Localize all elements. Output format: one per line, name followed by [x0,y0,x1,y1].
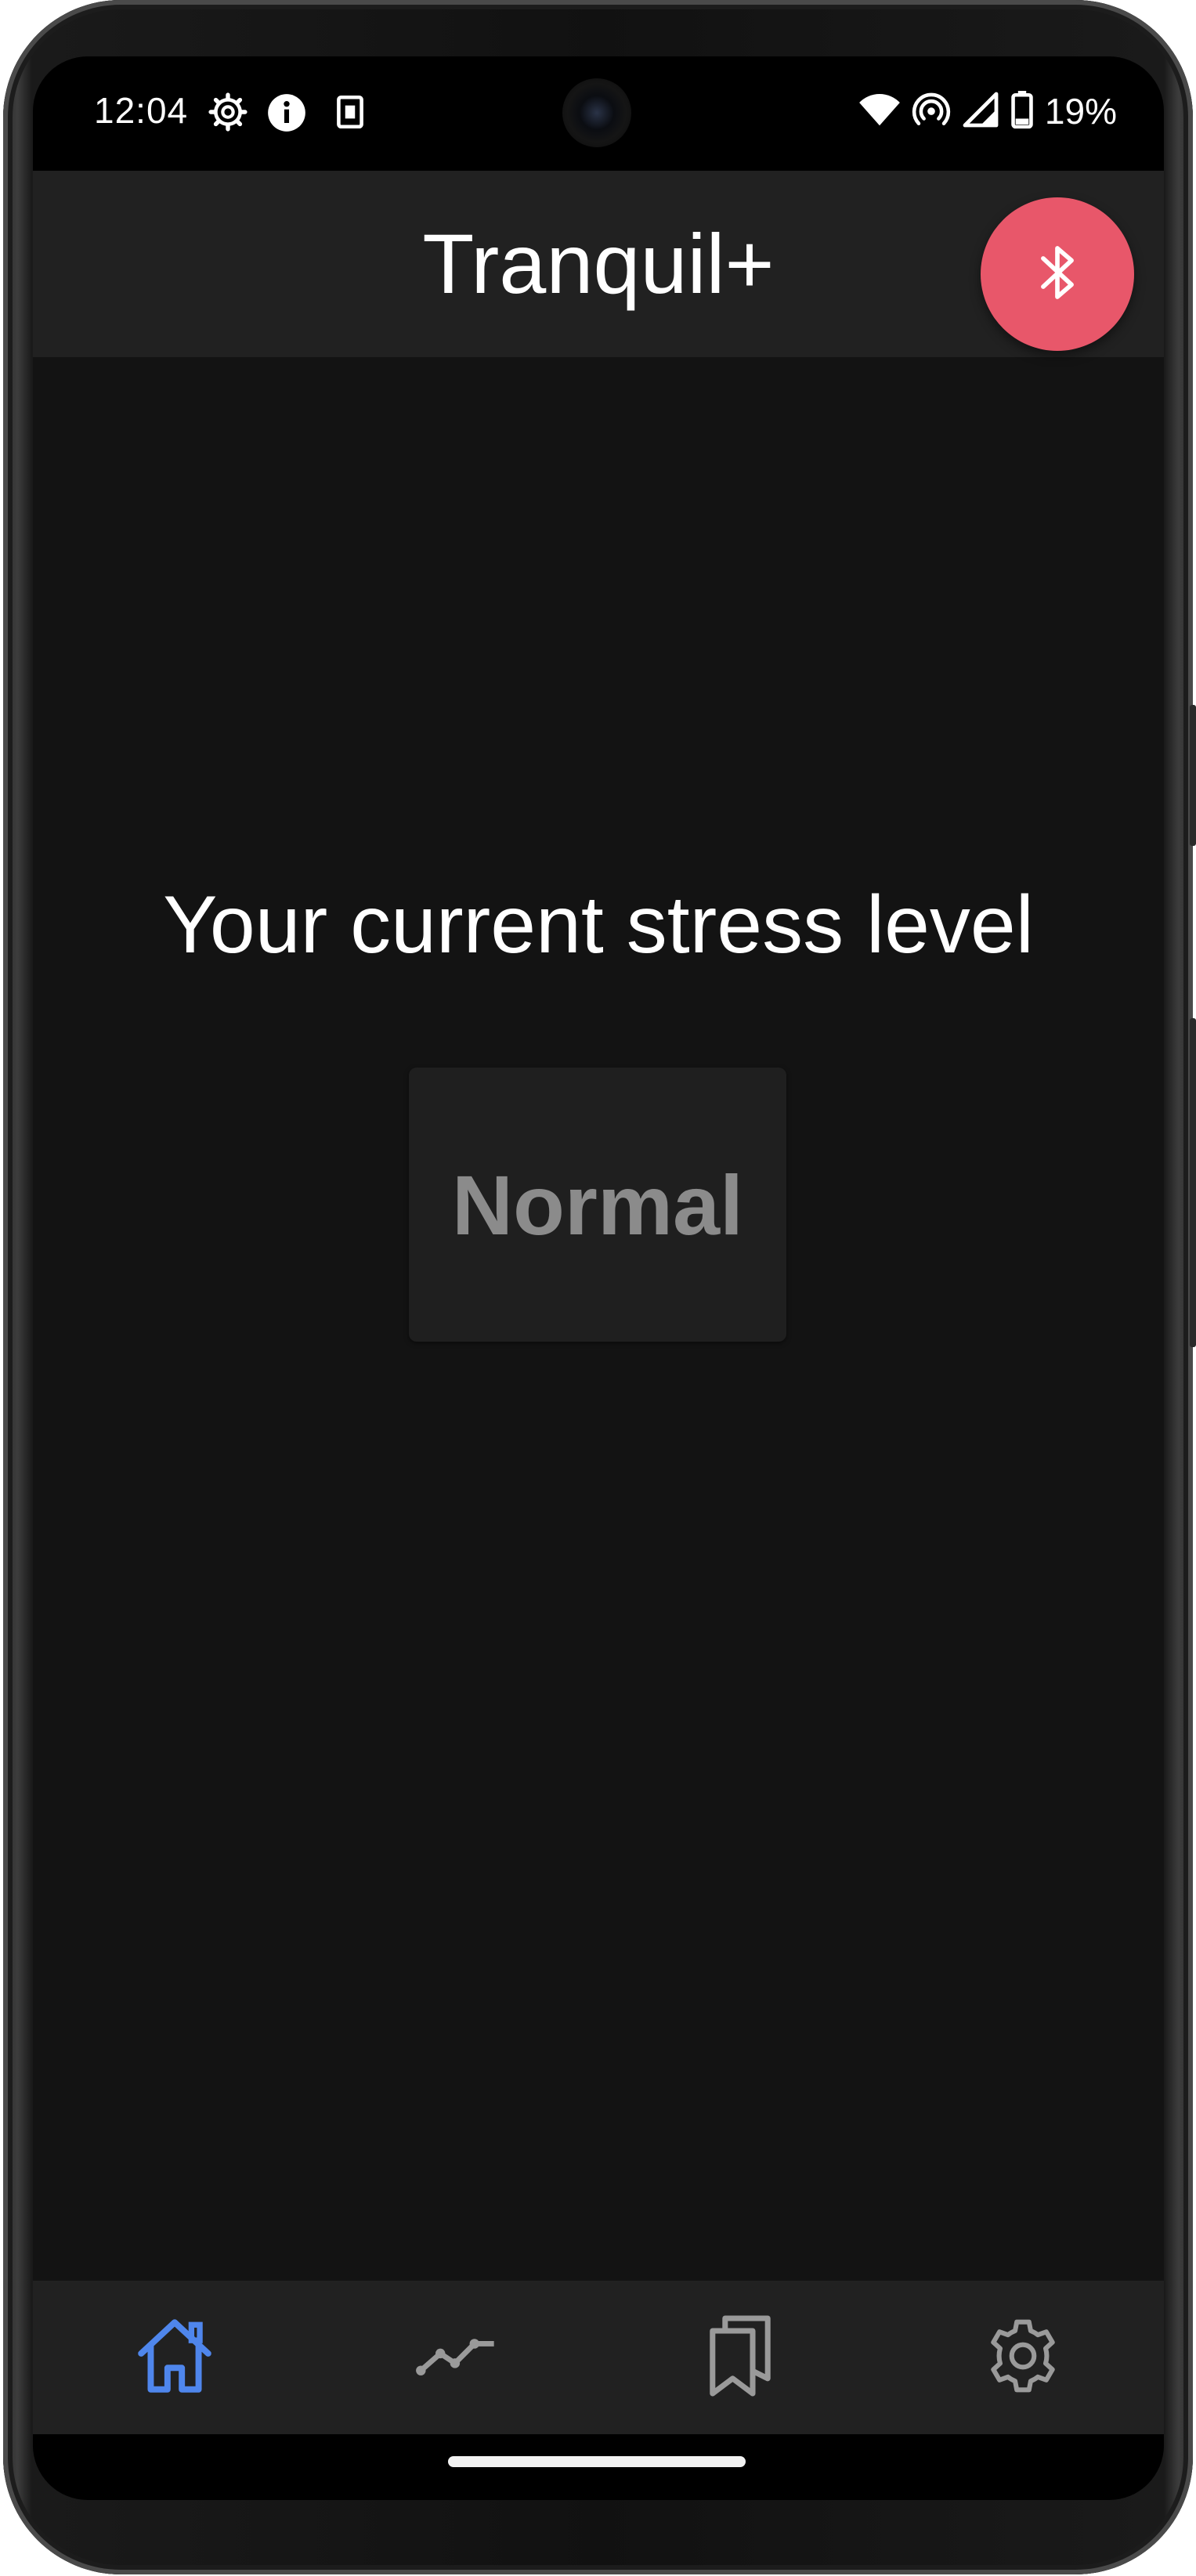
power-button [1190,705,1196,846]
nav-item-bookmarks[interactable] [598,2281,881,2434]
trend-line-icon [414,2331,501,2385]
wifi-icon [858,91,901,132]
hotspot-icon [912,90,951,133]
bottom-navigation [33,2281,1164,2434]
settings-icon [982,2315,1064,2401]
nav-item-trends[interactable] [316,2281,598,2434]
stress-level-value: Normal [451,1157,744,1252]
front-camera [562,78,631,147]
app-bar: Tranquil+ [33,171,1164,357]
sim-card-icon [331,92,370,132]
screen: 12:04 19% Tranquil+ Your current stress … [33,56,1164,2500]
stress-heading: Your current stress level [163,880,1034,970]
info-icon [266,92,305,132]
bookmarks-icon [703,2310,778,2405]
cellular-signal-icon [962,91,999,132]
home-icon [132,2315,218,2401]
volume-button [1190,1018,1196,1347]
status-bar: 12:04 19% [33,56,1164,171]
nav-item-settings[interactable] [881,2281,1164,2434]
nav-item-home[interactable] [33,2281,316,2434]
stress-level-card: Normal [409,1068,786,1342]
battery-percentage: 19% [1044,91,1117,132]
status-time: 12:04 [94,90,189,131]
bluetooth-button[interactable] [981,197,1134,351]
status-right-icons: 19% [858,88,1117,135]
gesture-navigation-area [33,2434,1164,2500]
phone-frame: 12:04 19% Tranquil+ Your current stress … [0,0,1196,2576]
settings-gear-icon [208,92,248,132]
battery-icon [1010,90,1034,133]
bluetooth-icon [1033,240,1082,309]
gesture-handle[interactable] [448,2456,746,2467]
